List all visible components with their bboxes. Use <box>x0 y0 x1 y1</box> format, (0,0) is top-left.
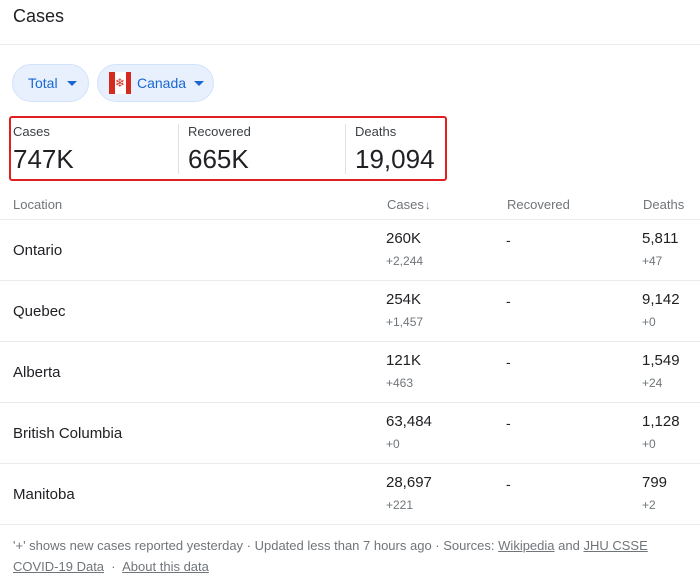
stat-recovered: Recovered 665K <box>188 118 348 178</box>
stat-label: Deaths <box>355 124 397 139</box>
stat-label: Cases <box>13 124 50 139</box>
row-deaths: 9,142 <box>642 291 680 308</box>
table-row[interactable]: Alberta 121K +463 - 1,549 +24 <box>0 342 700 403</box>
metric-dropdown-label: Total <box>28 75 58 91</box>
row-cases: 63,484 <box>386 413 432 430</box>
source-link-wikipedia[interactable]: Wikipedia <box>498 538 554 553</box>
row-recovered: - <box>506 232 511 248</box>
stat-divider <box>178 124 179 174</box>
table-row[interactable]: Ontario 260K +2,244 - 5,811 +47 <box>0 220 700 281</box>
stat-divider <box>345 124 346 174</box>
chevron-down-icon <box>194 80 205 86</box>
footer-text: '+' shows new cases reported yesterday ·… <box>13 538 495 553</box>
country-dropdown[interactable]: ❄ Canada <box>97 64 214 102</box>
row-deaths-new: +24 <box>642 376 663 390</box>
row-cases: 121K <box>386 352 422 369</box>
row-recovered: - <box>506 476 511 492</box>
table-row[interactable]: British Columbia 63,484 +0 - 1,128 +0 <box>0 403 700 464</box>
row-deaths: 799 <box>642 474 668 491</box>
column-header-deaths[interactable]: Deaths <box>643 197 684 212</box>
row-location: Manitoba <box>13 486 75 503</box>
country-dropdown-label: Canada <box>137 75 187 91</box>
stat-value: 19,094 <box>355 144 435 174</box>
column-header-cases[interactable]: Cases↓ <box>387 197 431 212</box>
row-recovered: - <box>506 415 511 431</box>
row-cases-new: +1,457 <box>386 315 424 329</box>
stat-value: 665K <box>188 144 249 174</box>
row-recovered: - <box>506 354 511 370</box>
about-data-link[interactable]: About this data <box>122 559 209 574</box>
row-deaths: 1,128 <box>642 413 680 430</box>
row-cases: 254K <box>386 291 422 308</box>
row-deaths-new: +0 <box>642 315 656 329</box>
row-cases: 260K <box>386 230 422 247</box>
canada-flag-icon: ❄ <box>109 72 131 94</box>
footer-and: and <box>558 538 580 553</box>
sort-down-icon: ↓ <box>424 198 431 212</box>
divider <box>0 44 700 45</box>
column-header-location[interactable]: Location <box>13 197 62 212</box>
table-row[interactable]: Quebec 254K +1,457 - 9,142 +0 <box>0 281 700 342</box>
row-cases-new: +0 <box>386 437 400 451</box>
stat-label: Recovered <box>188 124 251 139</box>
row-cases: 28,697 <box>386 474 432 491</box>
row-deaths: 5,811 <box>642 230 679 247</box>
stat-value: 747K <box>13 144 74 174</box>
column-header-recovered[interactable]: Recovered <box>507 197 570 212</box>
metric-dropdown[interactable]: Total <box>12 64 89 102</box>
footer-note: '+' shows new cases reported yesterday ·… <box>13 535 693 577</box>
page-title: Cases <box>13 6 65 26</box>
row-deaths-new: +2 <box>642 498 656 512</box>
row-cases-new: +463 <box>386 376 414 390</box>
column-header-cases-label: Cases <box>387 197 424 212</box>
row-cases-new: +2,244 <box>386 254 424 268</box>
table-row[interactable]: Manitoba 28,697 +221 - 799 +2 <box>0 464 700 525</box>
chevron-down-icon <box>66 80 77 86</box>
stat-cases: Cases 747K <box>13 118 178 178</box>
stat-deaths: Deaths 19,094 <box>355 118 445 178</box>
row-deaths-new: +47 <box>642 254 663 268</box>
covid-cases-panel: Cases Total ❄ Canada Cases 747K Recovere… <box>0 0 700 579</box>
table-header: Location Cases↓ Recovered Deaths <box>0 188 700 220</box>
row-deaths-new: +0 <box>642 437 656 451</box>
row-location: Quebec <box>13 303 66 320</box>
footer-separator: · <box>111 559 116 574</box>
row-location: Ontario <box>13 242 63 259</box>
row-cases-new: +221 <box>386 498 414 512</box>
row-recovered: - <box>506 293 511 309</box>
row-deaths: 1,549 <box>642 352 680 369</box>
row-location: British Columbia <box>13 425 123 442</box>
row-location: Alberta <box>13 364 61 381</box>
summary-stats: Cases 747K Recovered 665K Deaths 19,094 <box>9 116 447 181</box>
